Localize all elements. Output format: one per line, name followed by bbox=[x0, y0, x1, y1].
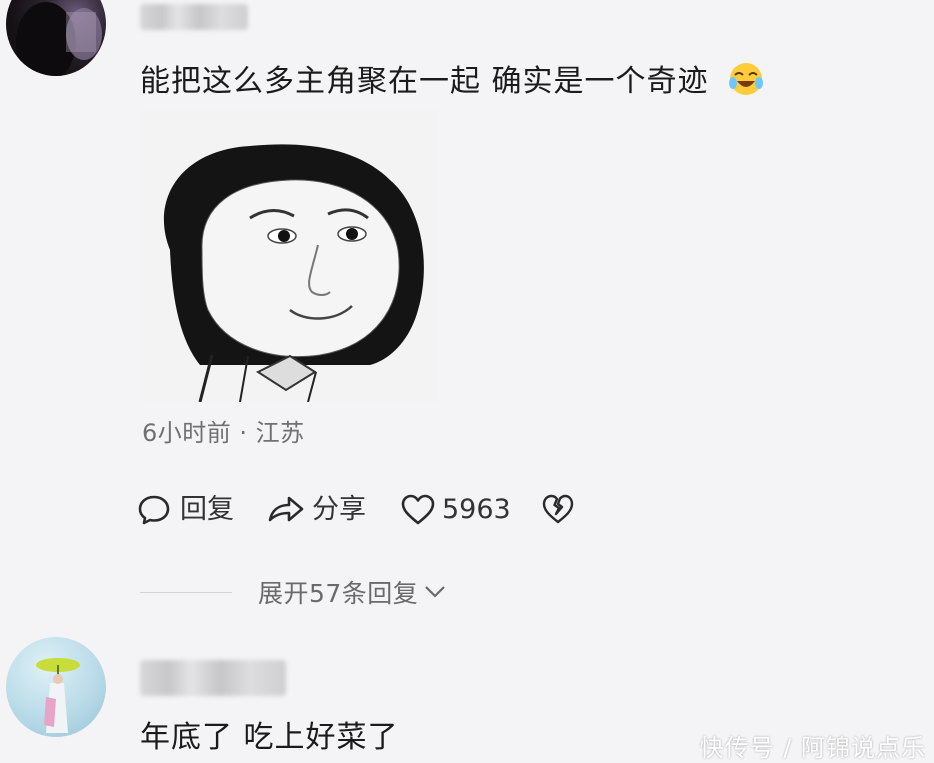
expand-replies-row: 展开57条回复 bbox=[140, 574, 640, 610]
comment-text: 能把这么多主角聚在一起 确实是一个奇迹 bbox=[140, 61, 765, 106]
like-button[interactable]: 5963 bbox=[400, 490, 511, 530]
share-label: 分享 bbox=[312, 494, 366, 525]
heart-icon bbox=[400, 493, 436, 527]
user-avatar[interactable] bbox=[6, 637, 106, 737]
dislike-button[interactable] bbox=[541, 493, 575, 527]
share-arrow-icon bbox=[266, 492, 306, 528]
meme-image[interactable] bbox=[140, 110, 438, 402]
comment-bubble-icon bbox=[136, 492, 172, 528]
expand-replies-button[interactable]: 展开57条回复 bbox=[258, 574, 448, 610]
watermark: 快传号 / 阿锦说点乐 bbox=[699, 734, 926, 762]
expand-replies-label: 展开57条回复 bbox=[258, 579, 419, 608]
like-count: 5963 bbox=[442, 494, 511, 525]
broken-heart-icon bbox=[541, 493, 575, 527]
reply-button[interactable]: 回复 bbox=[136, 490, 234, 530]
chevron-down-icon bbox=[422, 578, 448, 607]
comment-text: 年底了 吃上好菜了 bbox=[140, 720, 399, 755]
divider-line bbox=[140, 591, 232, 593]
username-blurred[interactable] bbox=[140, 4, 248, 30]
crying-laughing-emoji bbox=[727, 61, 765, 106]
reply-label: 回复 bbox=[180, 494, 234, 525]
comment-actions: 回复 分享 5963 bbox=[136, 490, 575, 530]
comment-meta: 6小时前 · 江苏 bbox=[142, 419, 305, 447]
share-button[interactable]: 分享 bbox=[266, 490, 366, 530]
username-blurred[interactable] bbox=[140, 660, 286, 696]
user-avatar[interactable] bbox=[6, 0, 106, 76]
